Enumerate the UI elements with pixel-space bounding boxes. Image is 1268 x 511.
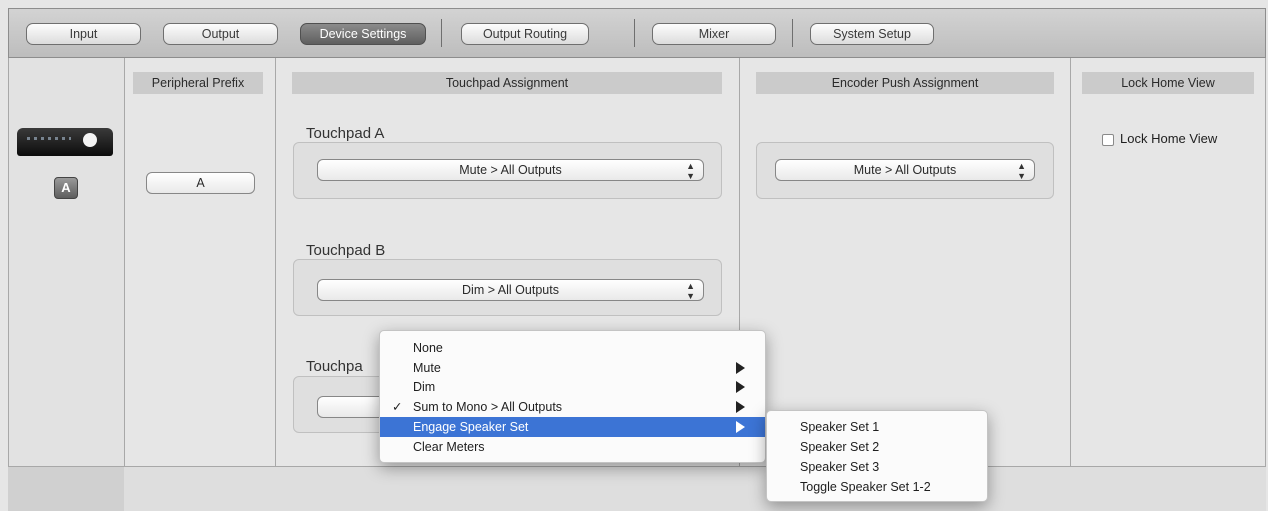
divider bbox=[1265, 58, 1266, 466]
bottom-strip bbox=[8, 466, 1266, 511]
submenu-item-speaker-set-3[interactable]: Speaker Set 3 bbox=[800, 457, 879, 477]
tab-output-routing[interactable]: Output Routing bbox=[461, 23, 589, 45]
touchpad-b-value: Dim > All Outputs bbox=[462, 283, 559, 297]
tab-separator bbox=[441, 19, 442, 47]
submenu-item-toggle-speaker-set[interactable]: Toggle Speaker Set 1-2 bbox=[800, 477, 931, 497]
divider bbox=[8, 58, 9, 466]
menu-item-label: Mute bbox=[413, 361, 441, 375]
peripheral-prefix-button[interactable]: A bbox=[146, 172, 255, 194]
touchpad-a-label: Touchpad A bbox=[306, 125, 385, 142]
menu-item-engage-speaker-set[interactable]: Engage Speaker Set bbox=[380, 417, 765, 437]
touchpad-b-label: Touchpad B bbox=[306, 242, 386, 259]
submenu-arrow-icon bbox=[736, 381, 745, 393]
tab-device-settings[interactable]: Device Settings bbox=[300, 23, 426, 45]
touchpad-a-select[interactable]: Mute > All Outputs ▲ ▼ bbox=[317, 159, 704, 181]
divider bbox=[1070, 58, 1071, 466]
submenu-arrow-icon bbox=[736, 362, 745, 374]
menu-item-mute[interactable]: Mute bbox=[380, 358, 765, 378]
encoder-push-value: Mute > All Outputs bbox=[853, 163, 957, 177]
touchpad-assignment-header: Touchpad Assignment bbox=[292, 72, 722, 94]
updown-arrows-icon: ▲ ▼ bbox=[686, 161, 695, 181]
peripheral-prefix-header: Peripheral Prefix bbox=[133, 72, 263, 94]
menu-item-label: Dim bbox=[413, 380, 436, 394]
tab-separator bbox=[634, 19, 635, 47]
menu-item-label: Engage Speaker Set bbox=[413, 420, 529, 434]
divider bbox=[275, 58, 276, 466]
divider bbox=[124, 58, 125, 466]
lock-home-view-label[interactable]: Lock Home View bbox=[1120, 131, 1217, 146]
updown-arrows-icon: ▲ ▼ bbox=[1017, 161, 1026, 181]
updown-arrows-icon: ▲ ▼ bbox=[686, 281, 695, 301]
menu-item-label: None bbox=[413, 341, 443, 355]
device-leds bbox=[27, 137, 71, 140]
submenu-arrow-icon bbox=[736, 421, 745, 433]
checkmark-icon: ✓ bbox=[392, 400, 403, 414]
menu-item-clear-meters[interactable]: Clear Meters bbox=[380, 437, 765, 457]
tab-system-setup[interactable]: System Setup bbox=[810, 23, 934, 45]
lock-home-view-header: Lock Home View bbox=[1082, 72, 1254, 94]
encoder-push-header: Encoder Push Assignment bbox=[756, 72, 1054, 94]
encoder-push-select[interactable]: Mute > All Outputs ▲ ▼ bbox=[775, 159, 1035, 181]
tab-bar: Input Output Device Settings Output Rout… bbox=[8, 8, 1266, 58]
tab-input[interactable]: Input bbox=[26, 23, 141, 45]
device-badge[interactable]: A bbox=[54, 177, 78, 199]
touchpad-b-select[interactable]: Dim > All Outputs ▲ ▼ bbox=[317, 279, 704, 301]
submenu-arrow-icon bbox=[736, 401, 745, 413]
menu-item-sum-to-mono[interactable]: ✓ Sum to Mono > All Outputs bbox=[380, 397, 765, 417]
device-knob bbox=[83, 133, 97, 147]
device-panel bbox=[8, 58, 124, 466]
menu-item-dim[interactable]: Dim bbox=[380, 377, 765, 397]
speaker-set-submenu: Speaker Set 1 Speaker Set 2 Speaker Set … bbox=[766, 410, 988, 502]
lock-home-view-checkbox[interactable] bbox=[1102, 134, 1114, 146]
submenu-item-speaker-set-1[interactable]: Speaker Set 1 bbox=[800, 417, 879, 437]
bottom-left-cell bbox=[8, 466, 124, 511]
touchpad-a-value: Mute > All Outputs bbox=[459, 163, 562, 177]
device-image[interactable] bbox=[17, 128, 113, 156]
tab-output[interactable]: Output bbox=[163, 23, 278, 45]
context-menu: None Mute Dim ✓ Sum to Mono > All Output… bbox=[379, 330, 766, 463]
tab-separator bbox=[792, 19, 793, 47]
tab-mixer[interactable]: Mixer bbox=[652, 23, 776, 45]
menu-item-none[interactable]: None bbox=[380, 338, 765, 358]
touchpad-c-label: Touchpa bbox=[306, 358, 363, 375]
menu-item-label: Clear Meters bbox=[413, 440, 485, 454]
menu-item-label: Sum to Mono > All Outputs bbox=[413, 400, 563, 414]
submenu-item-speaker-set-2[interactable]: Speaker Set 2 bbox=[800, 437, 879, 457]
